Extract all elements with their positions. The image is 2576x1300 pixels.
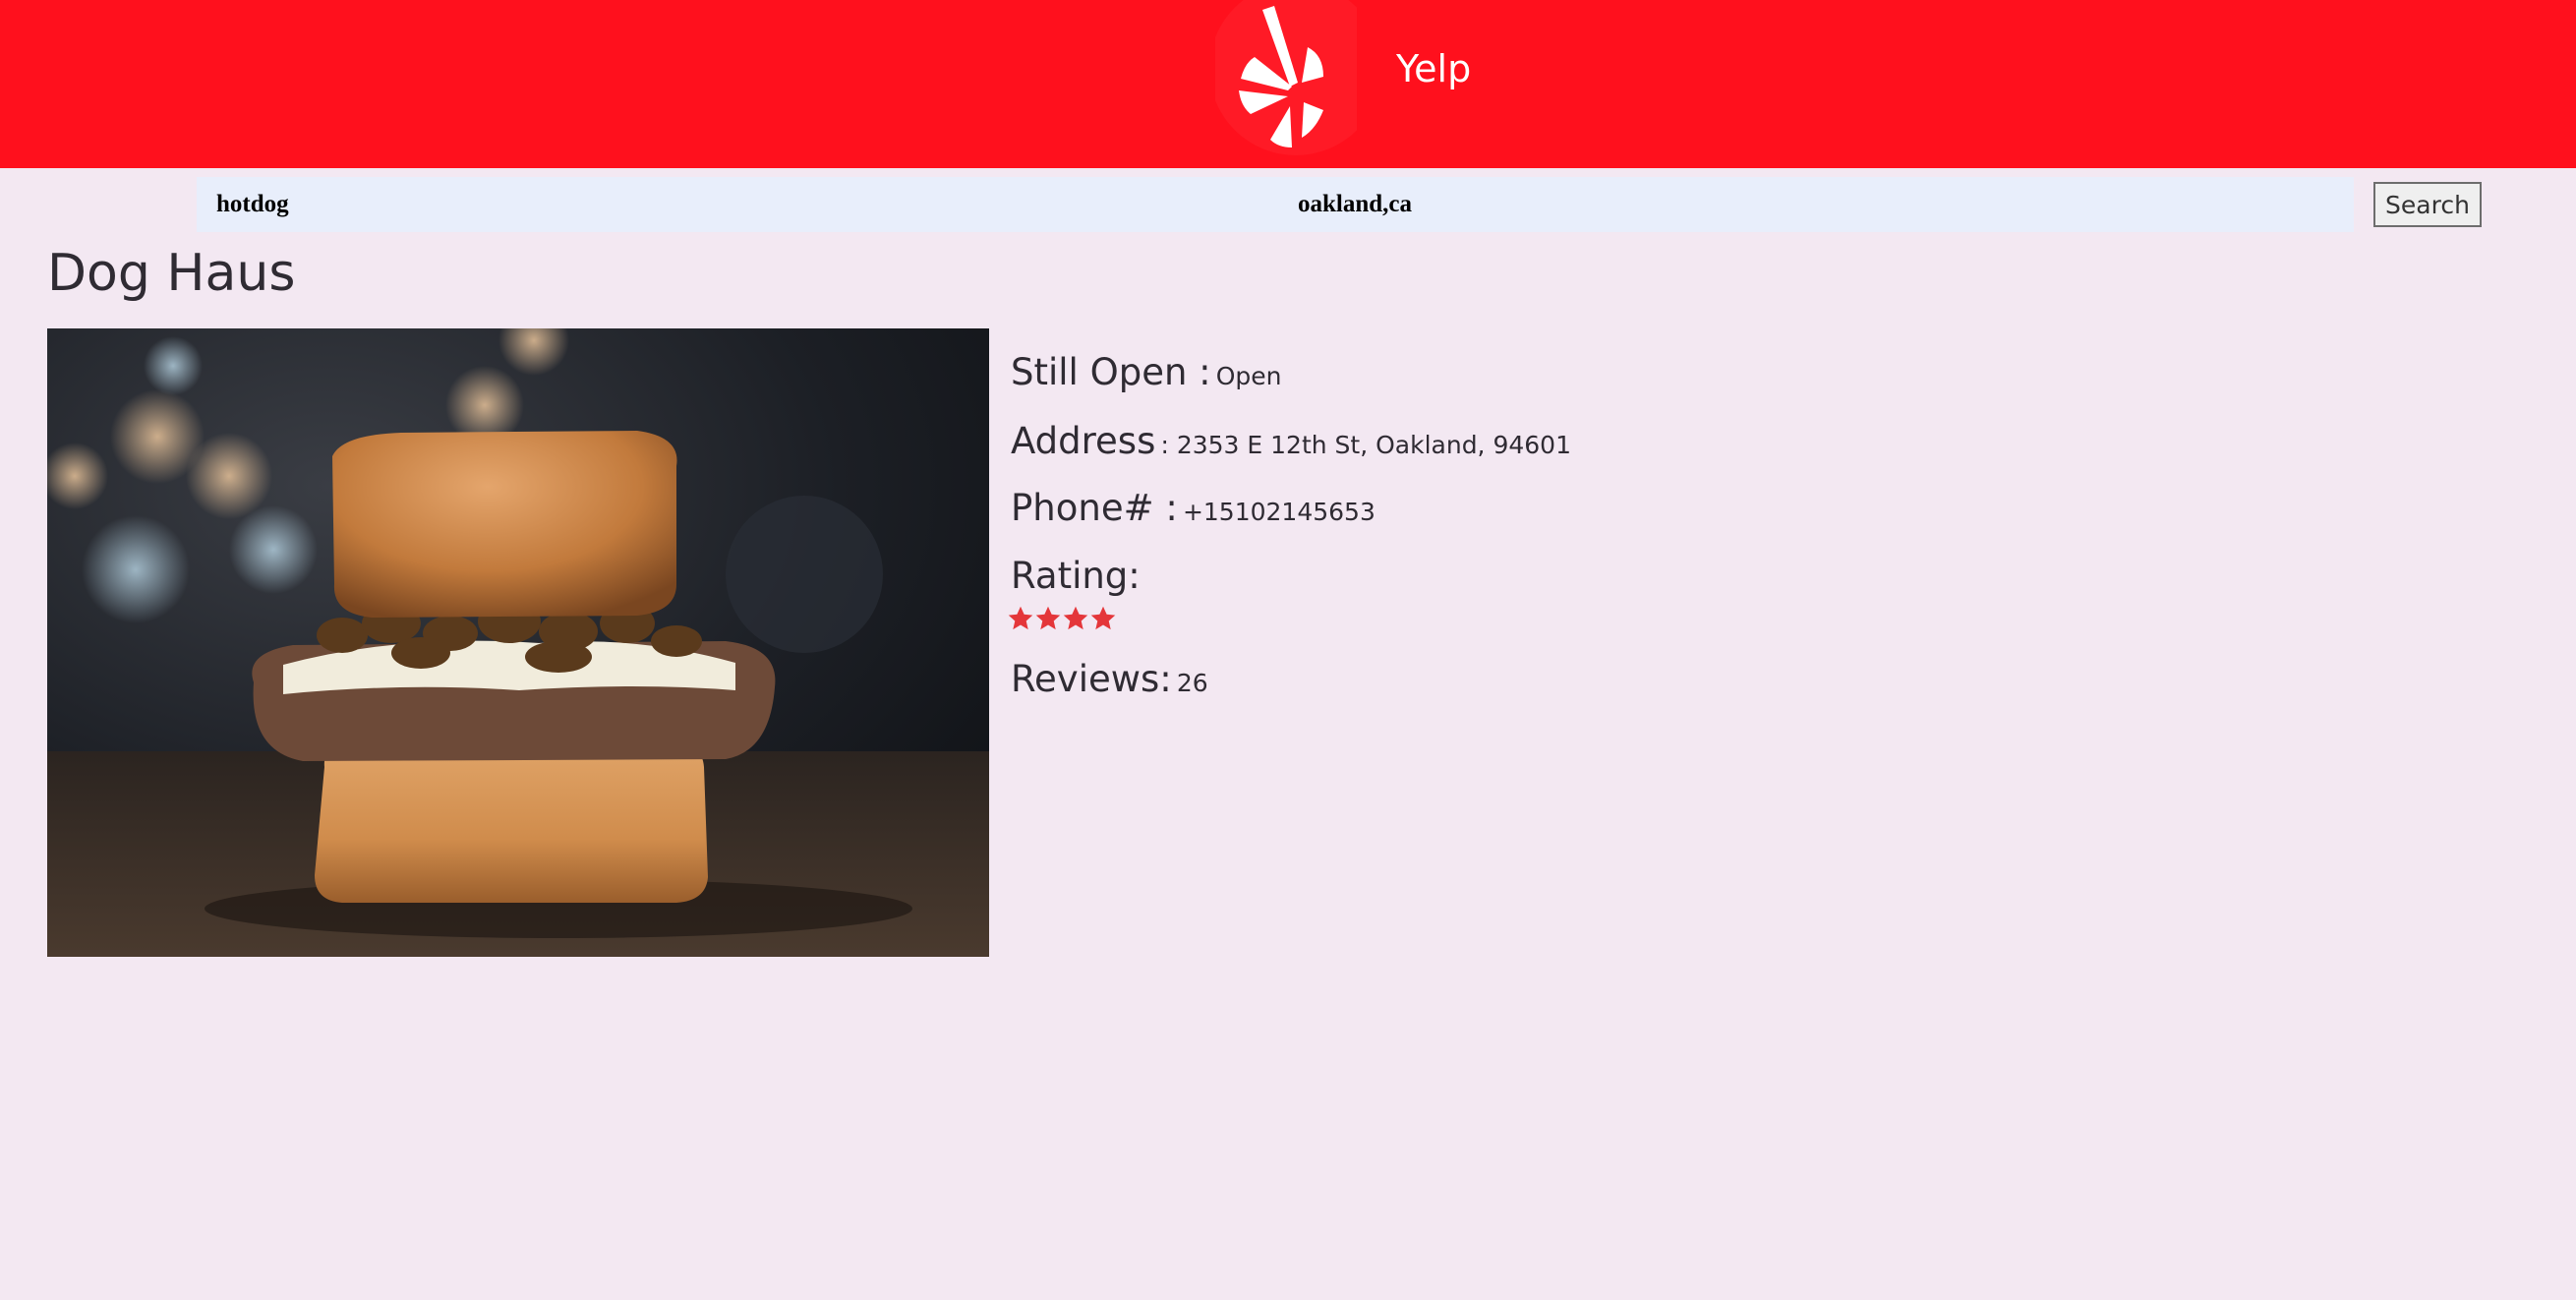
address-value: : 2353 E 12th St, Oakland, 94601: [1160, 431, 1571, 459]
brand-name: Yelp: [1396, 47, 1472, 90]
search-term-input[interactable]: [197, 177, 1278, 232]
address-row: Address : 2353 E 12th St, Oakland, 94601: [1011, 423, 1571, 459]
search-button[interactable]: Search: [2373, 182, 2482, 227]
search-bar: Search: [0, 168, 2576, 239]
reviews-label: Reviews:: [1011, 658, 1172, 700]
star-icon: [1035, 606, 1061, 630]
phone-row: Phone# : +15102145653: [1011, 490, 1376, 526]
open-status-row: Still Open : Open: [1011, 354, 1282, 390]
business-name: Dog Haus: [47, 244, 296, 303]
reviews-row: Reviews: 26: [1011, 661, 1208, 697]
search-location-input[interactable]: [1278, 177, 2354, 232]
rating-row: Rating:: [1011, 558, 1141, 594]
star-icon: [1090, 606, 1116, 630]
reviews-value: 26: [1176, 669, 1208, 697]
business-photo: [47, 328, 989, 957]
open-status-value: Open: [1215, 362, 1282, 390]
phone-value: +15102145653: [1182, 498, 1376, 526]
app-header: Yelp: [0, 0, 2576, 168]
rating-stars: [1007, 605, 1117, 632]
address-label: Address: [1011, 420, 1156, 462]
star-icon: [1008, 606, 1033, 630]
star-icon: [1063, 606, 1088, 630]
open-status-label: Still Open :: [1011, 351, 1211, 393]
yelp-logo-icon[interactable]: [1215, 0, 1357, 157]
phone-label: Phone# :: [1011, 487, 1178, 529]
rating-label: Rating:: [1011, 555, 1141, 597]
